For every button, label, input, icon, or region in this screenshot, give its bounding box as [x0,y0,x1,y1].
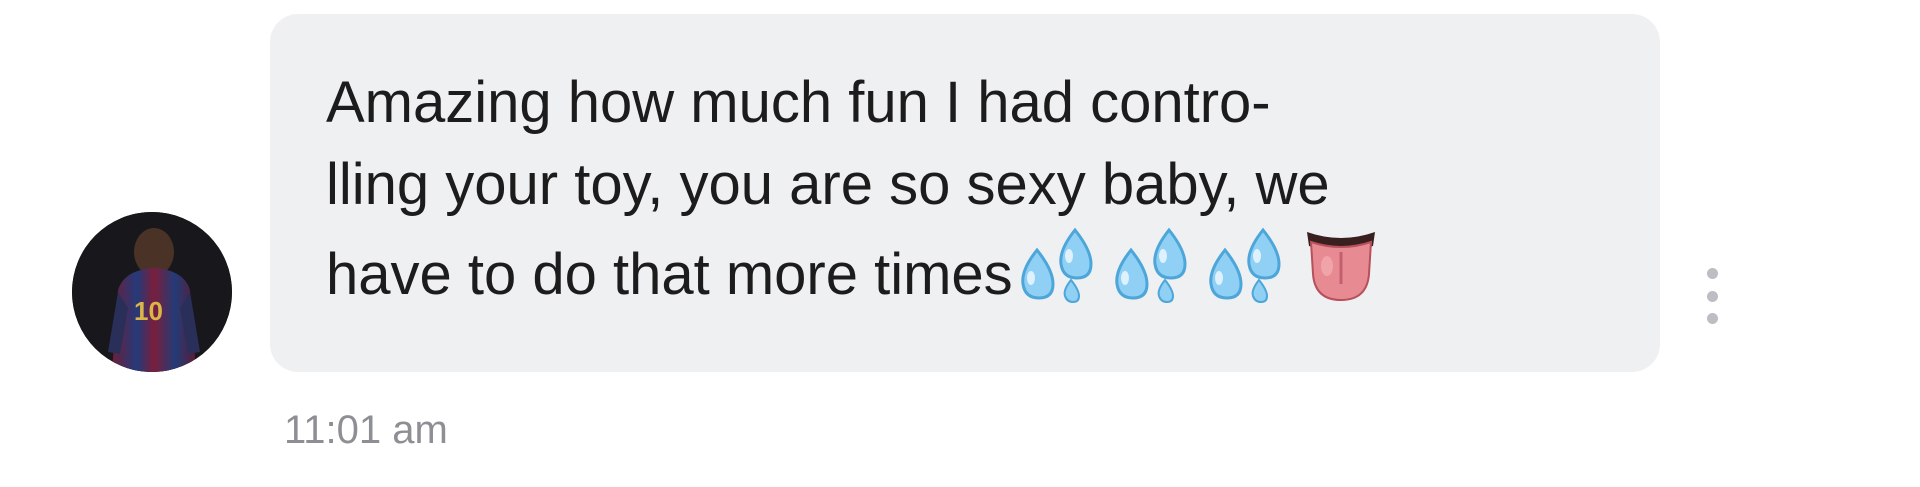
avatar-jersey-number: 10 [134,296,163,326]
message-line-2: lling your toy, you are so sexy baby, we [326,152,1330,217]
tongue-icon [1306,232,1375,302]
more-options-dot [1706,268,1718,279]
sweat-droplets-icon [1114,227,1187,304]
sweat-droplets-icon [1208,227,1281,304]
message-line-3-text: have to do that more times [326,242,1013,307]
message-text: Amazing how much fun I had contro- lling… [326,62,1606,316]
more-options-dot [1706,313,1718,324]
message-line-1: Amazing how much fun I had contro- [326,70,1271,135]
avatar-photo: 10 [72,212,232,372]
message-row: 10 Amazing how much fun I had contro- ll… [0,0,1920,487]
message-timestamp: 11:01 am [284,408,448,452]
avatar[interactable]: 10 [72,212,232,372]
more-options-button[interactable] [1700,268,1724,324]
sweat-droplets-icon [1020,227,1093,304]
emoji-group [1015,226,1385,304]
message-line-3: have to do that more times [326,226,1606,316]
more-options-dot [1706,290,1718,302]
